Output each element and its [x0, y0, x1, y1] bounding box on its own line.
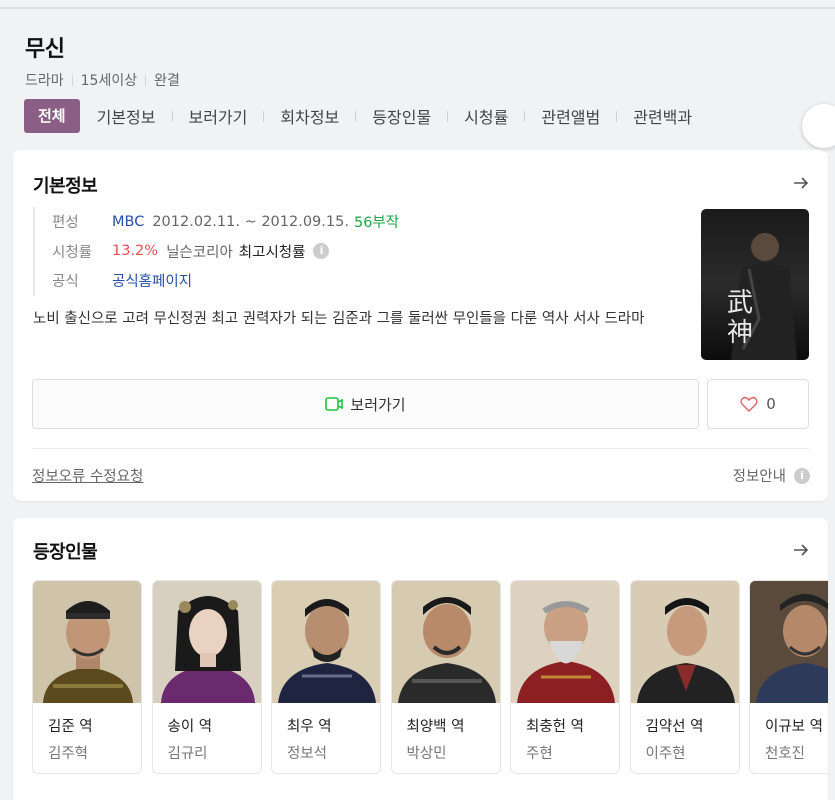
actor-photo [33, 581, 141, 703]
actor-name: 김규리 [167, 746, 208, 762]
cast-title: 등장인물 [33, 542, 98, 563]
cast-list: 김준 역 김주혁 송이 역 김규리 최우 역 정보석 최양백 역 박상민 최충헌… [32, 580, 828, 774]
basic-info-card: 기본정보 편성 MBC 2012.02.11. ~ 2012.09.15. 56… [13, 150, 828, 501]
rating-label: 최고시청률 [238, 244, 306, 261]
role-name: 송이 역 [167, 719, 213, 735]
poster-title-char-2: 神 [727, 318, 753, 348]
cast-item[interactable]: 최우 역 정보석 [271, 580, 381, 774]
info-icon[interactable]: i [313, 243, 330, 260]
rating-value: 13.2% [112, 243, 159, 260]
meta-status: 완결 [154, 73, 180, 89]
cast-item[interactable]: 이규보 역 천호진 [749, 580, 828, 774]
actor-name: 박상민 [406, 746, 447, 762]
title-meta: 드라마 15세이상 완결 [25, 70, 180, 90]
watch-button[interactable]: 보러가기 [32, 379, 699, 429]
broadcast-period: 2012.02.11. ~ 2012.09.15. [152, 213, 349, 230]
like-button[interactable]: 0 [707, 379, 809, 429]
tab-all[interactable]: 전체 [24, 99, 80, 133]
role-name: 이규보 역 [765, 719, 823, 735]
tab-basic-info[interactable]: 기본정보 [97, 104, 156, 128]
actor-name: 이주현 [645, 746, 686, 762]
actor-photo [750, 581, 828, 703]
actor-photo [272, 581, 380, 703]
tab-watch[interactable]: 보러가기 [189, 104, 248, 128]
role-name: 최양백 역 [406, 719, 465, 735]
report-error-link[interactable]: 정보오류 수정요청 [32, 465, 143, 486]
role-name: 최충헌 역 [526, 719, 584, 735]
actor-photo [152, 581, 261, 703]
cast-card: 등장인물 김준 역 김주혁 송이 역 김규리 최우 역 정보석 최양백 역 박상… [13, 518, 828, 800]
actor-photo [630, 581, 739, 703]
arrow-right-icon[interactable] [792, 174, 810, 192]
broadcast-row: 편성 MBC 2012.02.11. ~ 2012.09.15. 56부작 [52, 207, 399, 237]
episode-count[interactable]: 56부작 [354, 211, 399, 232]
poster-title-char-1: 武 [727, 288, 753, 318]
actor-name: 천호진 [765, 746, 806, 762]
cast-item[interactable]: 김준 역 김주혁 [32, 580, 142, 774]
cast-next-button[interactable] [802, 104, 835, 148]
basic-info-title: 기본정보 [33, 176, 98, 197]
meta-age-rating: 15세이상 [80, 73, 138, 89]
top-divider [0, 7, 835, 9]
info-icon: i [794, 467, 810, 484]
rating-row: 시청률 13.2% 닐슨코리아 최고시청률 i [52, 237, 399, 267]
cast-item[interactable]: 김약선 역 이주현 [629, 580, 740, 774]
actor-name: 주현 [526, 746, 553, 762]
official-site-link[interactable]: 공식홈페이지 [112, 270, 192, 291]
tab-encyclopedia[interactable]: 관련백과 [633, 104, 692, 128]
heart-icon [740, 396, 758, 412]
meta-genre: 드라마 [25, 73, 64, 89]
page-title: 무신 [25, 37, 65, 62]
tab-bar: 전체 기본정보 보러가기 회차정보 등장인물 시청률 관련앨범 관련백과 [24, 99, 692, 133]
cast-item[interactable]: 송이 역 김규리 [151, 580, 262, 774]
channel-link[interactable]: MBC [112, 214, 144, 230]
play-video-icon [325, 397, 344, 411]
like-count: 0 [766, 395, 776, 413]
official-row: 공식 공식홈페이지 [52, 266, 399, 296]
role-name: 최우 역 [287, 719, 332, 735]
info-guide[interactable]: 정보안내 i [733, 465, 810, 486]
tab-cast[interactable]: 등장인물 [372, 104, 431, 128]
cast-item[interactable]: 최양백 역 박상민 [390, 580, 501, 774]
actor-name: 정보석 [287, 746, 328, 762]
role-name: 김약선 역 [645, 719, 704, 735]
cast-item[interactable]: 최충헌 역 주현 [510, 580, 620, 774]
tab-ratings[interactable]: 시청률 [464, 104, 508, 128]
arrow-right-icon[interactable] [792, 541, 810, 559]
actor-photo [391, 581, 500, 703]
role-name: 김준 역 [48, 719, 93, 735]
poster-image[interactable]: 武 神 [701, 209, 809, 360]
info-list: 편성 MBC 2012.02.11. ~ 2012.09.15. 56부작 시청… [33, 207, 399, 296]
actor-name: 김주혁 [48, 746, 89, 762]
synopsis: 노비 출신으로 고려 무신정권 최고 권력자가 되는 김준과 그를 둘러싼 무인… [33, 311, 645, 327]
tab-episodes[interactable]: 회차정보 [280, 104, 339, 128]
tab-albums[interactable]: 관련앨범 [541, 104, 600, 128]
actor-photo [511, 581, 619, 703]
rating-source: 닐슨코리아 [166, 244, 233, 261]
